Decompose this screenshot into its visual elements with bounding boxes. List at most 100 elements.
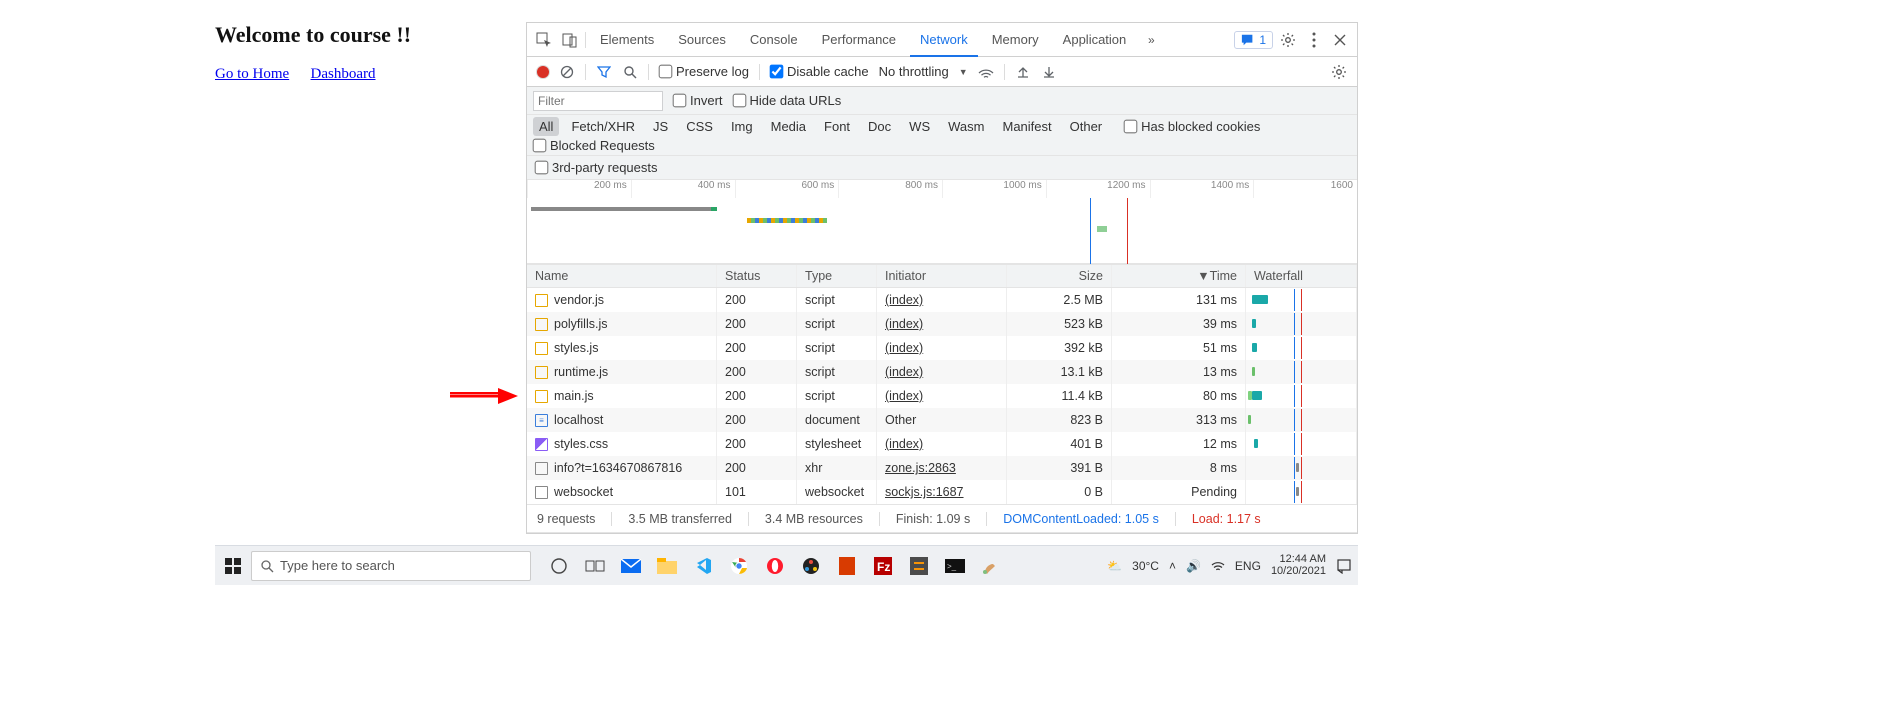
type-all[interactable]: All xyxy=(533,117,559,136)
blocked-cookies-checkbox[interactable]: Has blocked cookies xyxy=(1124,119,1260,134)
blocked-requests-checkbox[interactable]: Blocked Requests xyxy=(533,138,655,153)
summary-load: Load: 1.17 s xyxy=(1192,512,1261,526)
cell-initiator[interactable]: (index) xyxy=(885,317,923,331)
invert-checkbox[interactable]: Invert xyxy=(673,93,723,108)
tab-application[interactable]: Application xyxy=(1053,23,1137,57)
tab-elements[interactable]: Elements xyxy=(590,23,664,57)
third-party-checkbox[interactable]: 3rd-party requests xyxy=(535,160,658,175)
app-resolve[interactable] xyxy=(799,554,823,578)
table-row[interactable]: runtime.js200script(index)13.1 kB13 ms xyxy=(527,360,1357,384)
filter-input[interactable] xyxy=(533,91,663,111)
type-ws[interactable]: WS xyxy=(903,117,936,136)
start-button[interactable] xyxy=(221,554,245,578)
grid-header[interactable]: Name Status Type Initiator Size ▼Time Wa… xyxy=(527,264,1357,288)
record-button[interactable] xyxy=(537,66,549,78)
col-type[interactable]: Type xyxy=(797,265,877,287)
tray-clock[interactable]: 12:44 AM 10/20/2021 xyxy=(1271,554,1326,577)
cell-initiator[interactable]: (index) xyxy=(885,341,923,355)
cell-initiator[interactable]: (index) xyxy=(885,389,923,403)
type-font[interactable]: Font xyxy=(818,117,856,136)
device-toolbar-icon[interactable] xyxy=(559,29,581,51)
cell-status: 200 xyxy=(717,408,797,432)
cell-size: 391 B xyxy=(1007,456,1112,480)
cell-status: 200 xyxy=(717,360,797,384)
tray-lang[interactable]: ENG xyxy=(1235,559,1261,573)
type-js[interactable]: JS xyxy=(647,117,674,136)
tray-chevron-icon[interactable]: ˄ xyxy=(1169,559,1176,573)
cell-initiator[interactable]: (index) xyxy=(885,437,923,451)
cell-initiator[interactable]: zone.js:2863 xyxy=(885,461,956,475)
col-size[interactable]: Size xyxy=(1007,265,1112,287)
link-home[interactable]: Go to Home xyxy=(215,66,289,82)
kebab-icon[interactable] xyxy=(1303,29,1325,51)
type-manifest[interactable]: Manifest xyxy=(996,117,1057,136)
tab-network[interactable]: Network xyxy=(910,23,978,57)
col-waterfall[interactable]: Waterfall xyxy=(1246,265,1357,287)
table-row[interactable]: ≡localhost200documentOther823 B313 ms xyxy=(527,408,1357,432)
type-fetch[interactable]: Fetch/XHR xyxy=(565,117,641,136)
network-timeline[interactable]: 200 ms 400 ms 600 ms 800 ms 1000 ms 1200… xyxy=(527,180,1357,264)
type-img[interactable]: Img xyxy=(725,117,759,136)
type-doc[interactable]: Doc xyxy=(862,117,897,136)
type-other[interactable]: Other xyxy=(1064,117,1109,136)
table-row[interactable]: vendor.js200script(index)2.5 MB131 ms xyxy=(527,288,1357,312)
filter-icon[interactable] xyxy=(596,64,612,80)
hide-data-urls-checkbox[interactable]: Hide data URLs xyxy=(733,93,842,108)
type-wasm[interactable]: Wasm xyxy=(942,117,990,136)
table-row[interactable]: styles.css200stylesheet(index)401 B12 ms xyxy=(527,432,1357,456)
network-conditions-icon[interactable] xyxy=(978,64,994,80)
notifications-icon[interactable] xyxy=(1336,558,1352,574)
table-row[interactable]: main.js200script(index)11.4 kB80 ms xyxy=(527,384,1357,408)
preserve-log-checkbox[interactable]: Preserve log xyxy=(659,64,749,79)
taskbar-search[interactable]: Type here to search xyxy=(251,551,531,581)
table-row[interactable]: websocket101websocketsockjs.js:16870 BPe… xyxy=(527,480,1357,504)
cell-initiator[interactable]: sockjs.js:1687 xyxy=(885,485,964,499)
table-row[interactable]: styles.js200script(index)392 kB51 ms xyxy=(527,336,1357,360)
app-chrome[interactable] xyxy=(727,554,751,578)
upload-har-icon[interactable] xyxy=(1015,64,1031,80)
cell-initiator[interactable]: (index) xyxy=(885,293,923,307)
preserve-log-label: Preserve log xyxy=(676,64,749,79)
app-mail[interactable] xyxy=(619,554,643,578)
type-media[interactable]: Media xyxy=(765,117,812,136)
tab-performance[interactable]: Performance xyxy=(812,23,906,57)
col-status[interactable]: Status xyxy=(717,265,797,287)
app-taskview[interactable] xyxy=(583,554,607,578)
tab-memory[interactable]: Memory xyxy=(982,23,1049,57)
app-explorer[interactable] xyxy=(655,554,679,578)
drawer-gear-icon[interactable] xyxy=(1331,64,1347,80)
app-terminal[interactable]: >_ xyxy=(943,554,967,578)
tab-sources[interactable]: Sources xyxy=(668,23,736,57)
table-row[interactable]: polyfills.js200script(index)523 kB39 ms xyxy=(527,312,1357,336)
more-tabs-icon[interactable]: » xyxy=(1140,29,1162,51)
wifi-icon[interactable] xyxy=(1211,560,1225,572)
weather-temp[interactable]: 30°C xyxy=(1132,559,1159,573)
volume-icon[interactable]: 🔊 xyxy=(1186,559,1201,573)
type-css[interactable]: CSS xyxy=(680,117,719,136)
app-paint[interactable] xyxy=(979,554,1003,578)
download-har-icon[interactable] xyxy=(1041,64,1057,80)
throttling-select[interactable]: No throttling xyxy=(879,64,949,79)
link-dashboard[interactable]: Dashboard xyxy=(311,66,376,82)
weather-icon[interactable]: ⛅ xyxy=(1107,559,1122,573)
app-office[interactable] xyxy=(835,554,859,578)
disable-cache-checkbox[interactable]: Disable cache xyxy=(770,64,869,79)
col-time[interactable]: ▼Time xyxy=(1112,265,1246,287)
issues-button[interactable]: 1 xyxy=(1234,31,1273,49)
inspect-icon[interactable] xyxy=(533,29,555,51)
app-sublime[interactable] xyxy=(907,554,931,578)
close-icon[interactable] xyxy=(1329,29,1351,51)
tab-console[interactable]: Console xyxy=(740,23,808,57)
table-row[interactable]: info?t=1634670867816200xhrzone.js:286339… xyxy=(527,456,1357,480)
search-icon[interactable] xyxy=(622,64,638,80)
col-name[interactable]: Name xyxy=(527,265,717,287)
app-opera[interactable] xyxy=(763,554,787,578)
col-initiator[interactable]: Initiator xyxy=(877,265,1007,287)
clear-icon[interactable] xyxy=(559,64,575,80)
cell-initiator[interactable]: (index) xyxy=(885,365,923,379)
app-cortana[interactable] xyxy=(547,554,571,578)
app-filezilla[interactable]: Fz xyxy=(871,554,895,578)
gear-icon[interactable] xyxy=(1277,29,1299,51)
chevron-down-icon[interactable]: ▼ xyxy=(959,67,968,77)
app-vscode[interactable] xyxy=(691,554,715,578)
